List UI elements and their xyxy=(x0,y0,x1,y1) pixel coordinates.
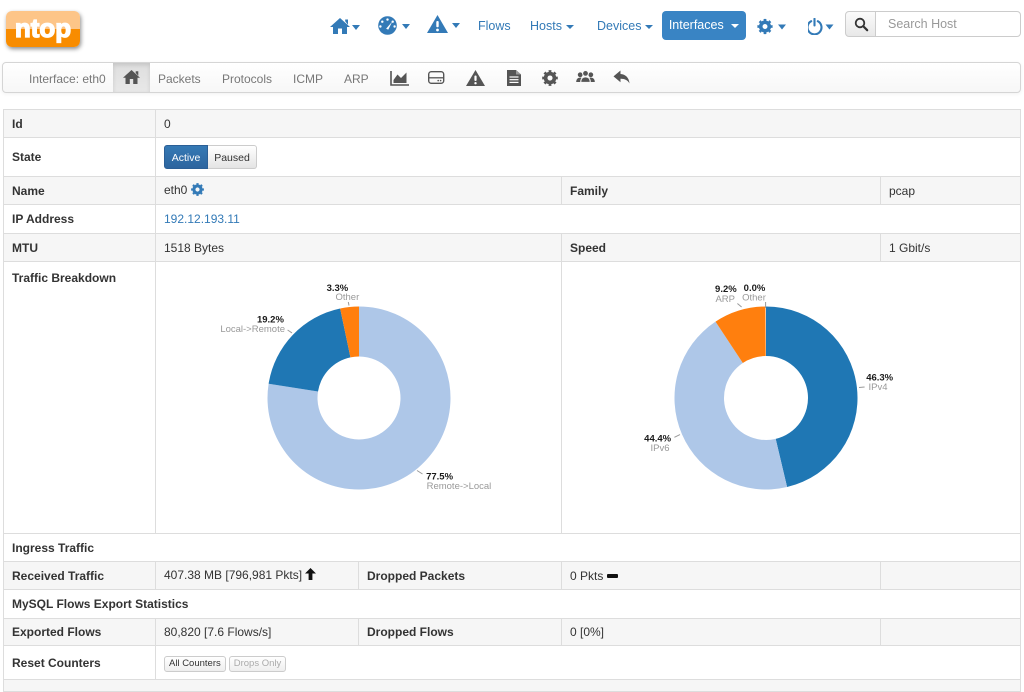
svg-text:Other: Other xyxy=(742,293,766,304)
svg-text:Local->Remote: Local->Remote xyxy=(220,324,285,335)
svg-text:Remote->Local: Remote->Local xyxy=(427,481,492,492)
svg-text:IPv6: IPv6 xyxy=(650,443,669,454)
svg-text:ARP: ARP xyxy=(715,294,735,305)
svg-text:IPv4: IPv4 xyxy=(869,382,888,393)
svg-text:Other: Other xyxy=(336,292,360,303)
